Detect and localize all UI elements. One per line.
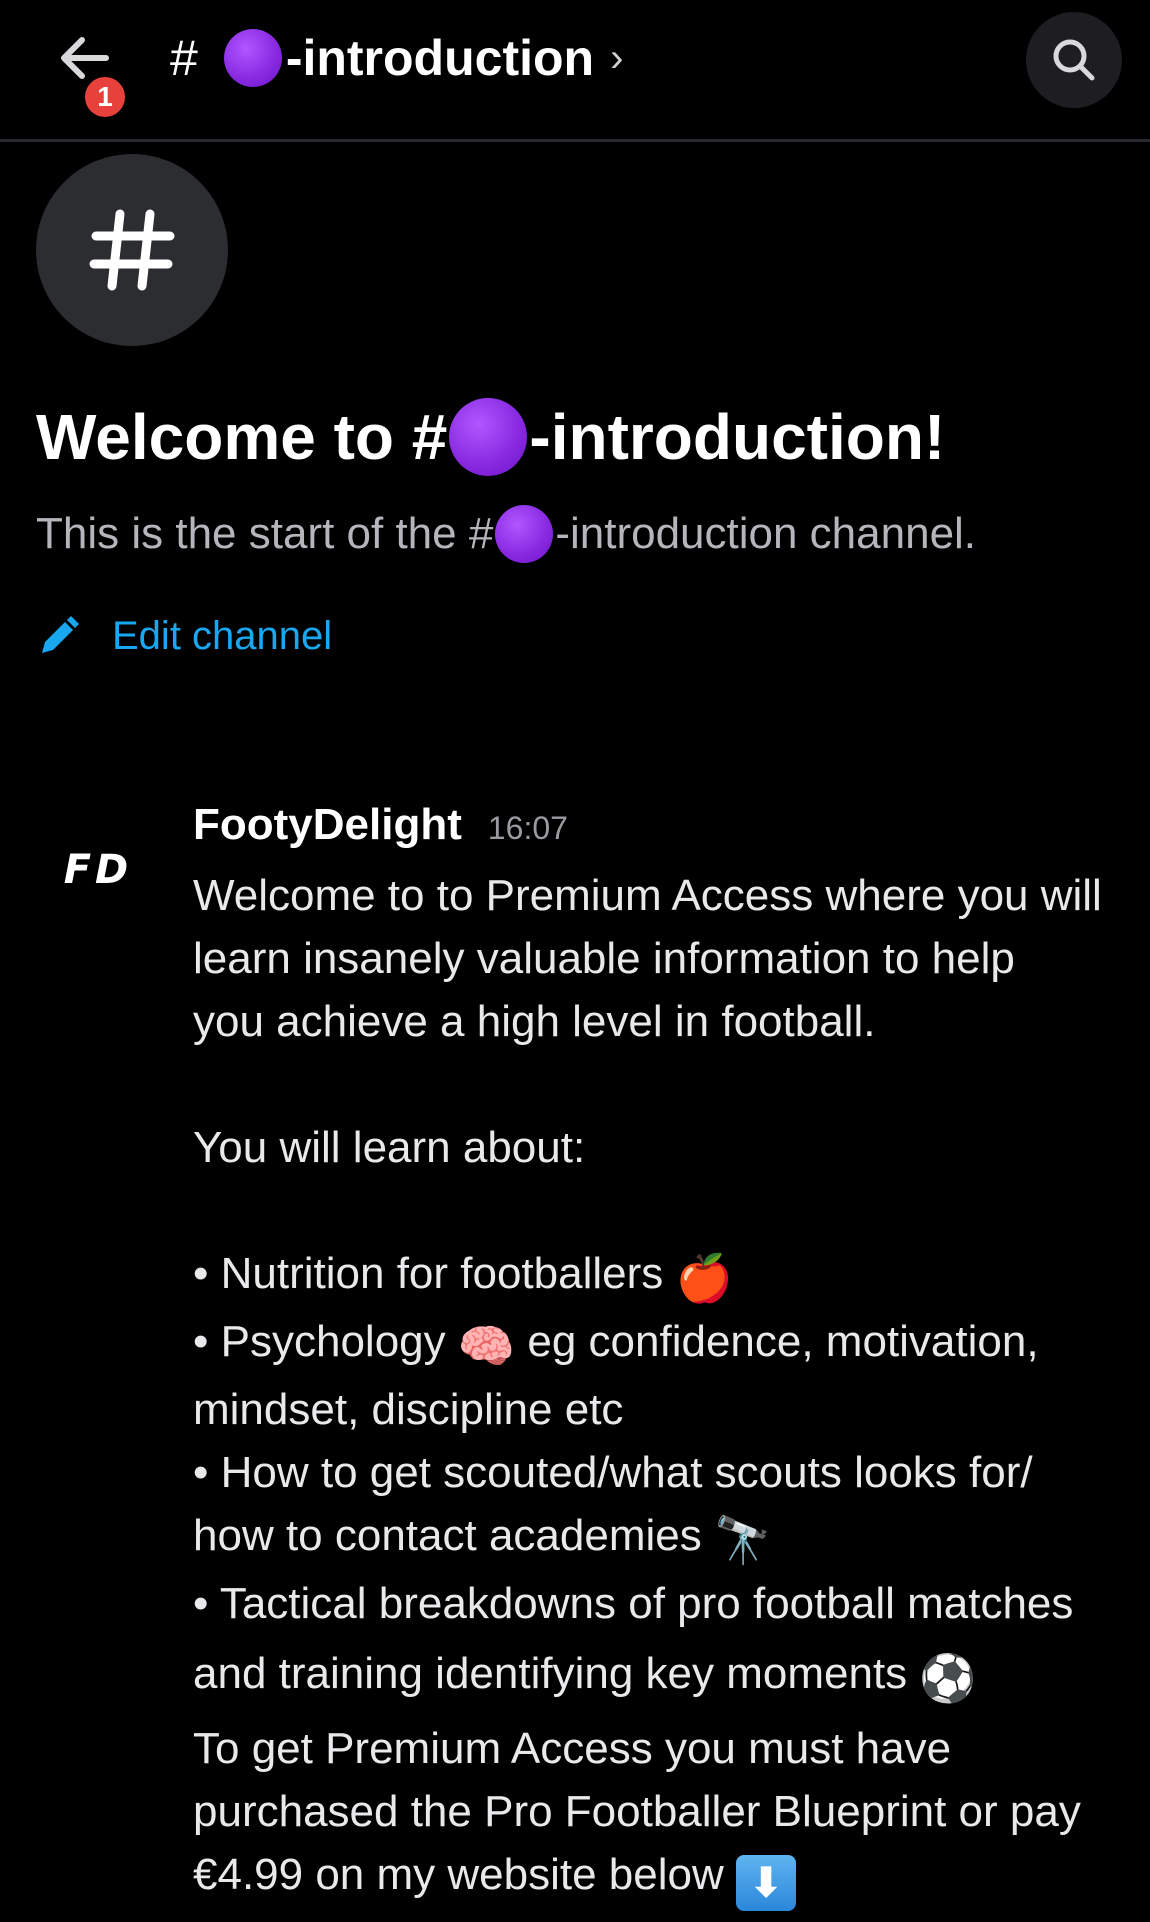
telescope-icon: 🔭 (713, 1514, 772, 1566)
back-button[interactable]: 1 (48, 22, 138, 122)
line-text: how to contact academies (193, 1511, 714, 1560)
hash-icon (89, 209, 175, 291)
brain-icon: 🧠 (457, 1320, 516, 1372)
message-line: purchased the Pro Footballer Blueprint o… (193, 1787, 1081, 1836)
edit-channel-link[interactable]: Edit channel (36, 614, 332, 659)
subtitle-suffix: -introduction channel. (555, 509, 977, 558)
channel-name: -introduction (285, 30, 595, 86)
purple-circle-emoji (223, 29, 282, 87)
channel-title-button[interactable]: # -introduction › (170, 26, 623, 90)
message-line: Welcome to to Premium Access where you w… (193, 871, 1102, 920)
welcome-title: Welcome to # -introduction! (36, 398, 945, 476)
message-line: • Psychology 🧠 eg confidence, motivation… (193, 1310, 1138, 1378)
line-text: • Psychology (193, 1317, 458, 1366)
message-line: • Tactical breakdowns of pro football ma… (193, 1579, 1074, 1628)
message-body: Welcome to to Premium Access where you w… (193, 864, 1138, 1911)
message-line: and training identifying key moments ⚽ (193, 1635, 1138, 1717)
notification-badge: 1 (80, 72, 130, 122)
line-text: €4.99 on my website below (193, 1850, 736, 1899)
purple-circle-emoji (495, 505, 554, 563)
welcome-subtitle: This is the start of the # -introduction… (36, 505, 976, 563)
message-line: you achieve a high level in football. (193, 997, 876, 1046)
message-author[interactable]: FootyDelight (193, 800, 462, 850)
welcome-title-prefix: Welcome to # (36, 401, 448, 473)
purple-circle-emoji (449, 398, 528, 476)
down-arrow-icon: ⬇ (735, 1855, 796, 1911)
message-line: €4.99 on my website below ⬇ (193, 1843, 1138, 1911)
line-text: and training identifying key moments (193, 1649, 920, 1698)
search-icon (1053, 39, 1095, 81)
message-timestamp: 16:07 (487, 810, 568, 846)
message-header: FootyDelight 16:07 (193, 800, 568, 850)
chevron-right-icon: › (610, 35, 624, 80)
channel-header: 1 # -introduction › (0, 0, 1150, 142)
message-line: how to contact academies 🔭 (193, 1504, 1138, 1572)
pencil-icon (42, 615, 79, 653)
subtitle-prefix: This is the start of the # (36, 509, 494, 558)
avatar[interactable]: FD (36, 808, 160, 932)
apple-icon: 🍎 (675, 1252, 733, 1304)
message-line: To get Premium Access you must have (193, 1724, 952, 1773)
message-line: • How to get scouted/what scouts looks f… (193, 1448, 1033, 1497)
message-line: learn insanely valuable information to h… (193, 934, 1015, 983)
line-text: • Nutrition for footballers (193, 1249, 676, 1298)
hash-icon: # (170, 30, 198, 86)
message-line: You will learn about: (193, 1123, 586, 1172)
line-text: eg confidence, motivation, (515, 1317, 1039, 1366)
message-line: mindset, discipline etc (193, 1385, 624, 1434)
search-button[interactable] (1026, 12, 1122, 108)
welcome-title-suffix: -introduction! (529, 401, 946, 473)
edit-channel-label: Edit channel (112, 614, 333, 658)
soccer-ball-icon: ⚽ (919, 1652, 977, 1704)
channel-avatar (36, 154, 228, 346)
message-line: • Nutrition for footballers 🍎 (193, 1242, 1138, 1310)
